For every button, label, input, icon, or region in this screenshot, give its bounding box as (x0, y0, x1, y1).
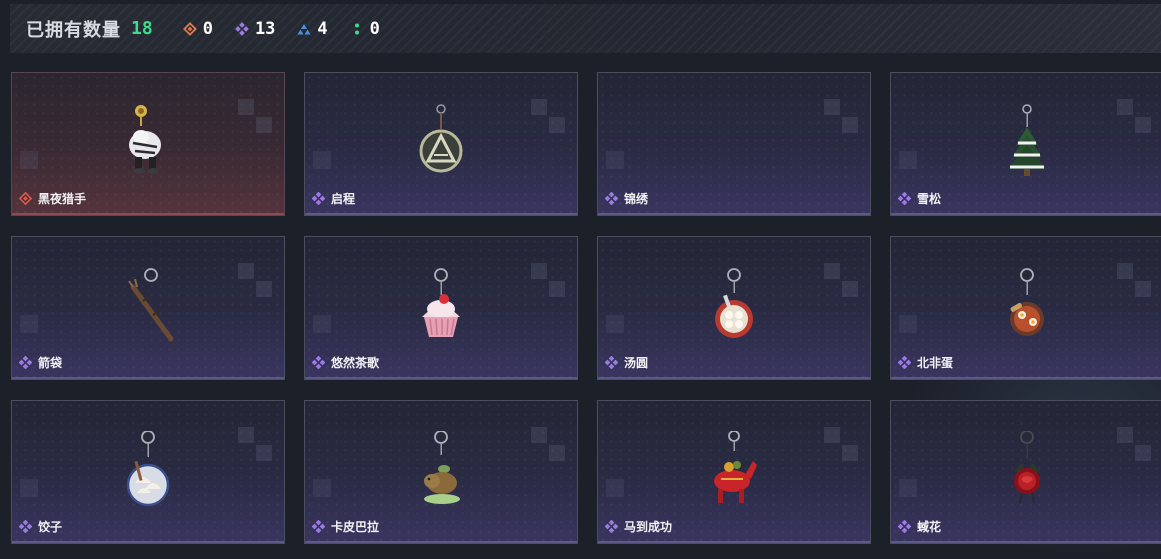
snowy-pine-tree-charm-icon (1008, 104, 1046, 176)
charm-name: 汤圆 (624, 356, 649, 370)
blue-triangle-cluster-icon (297, 23, 311, 34)
stat-purple: 13 (235, 19, 275, 39)
stat-green-value: 0 (369, 18, 380, 39)
purple-rarity-icon (312, 520, 325, 533)
charm-card[interactable]: 汤圆 (597, 236, 871, 380)
charm-name: 启程 (331, 192, 356, 206)
tangyuan-bowl-charm-icon (715, 268, 753, 338)
purple-rarity-icon (898, 520, 911, 533)
charm-card[interactable]: 箭袋 (11, 236, 285, 380)
red-rarity-icon (19, 192, 32, 205)
green-dots-icon (354, 23, 359, 34)
stat-purple-value: 13 (254, 18, 276, 39)
charm-name: 锦绣 (624, 192, 649, 206)
charm-card[interactable]: 马到成功 (597, 400, 871, 544)
charm-name: 悠然茶歌 (331, 356, 380, 370)
charm-card[interactable]: 黑夜猎手 (11, 72, 285, 216)
purple-rarity-icon (19, 356, 32, 369)
purple-rarity-icon (605, 356, 618, 369)
charm-card[interactable]: 锦绣 (597, 72, 871, 216)
purple-rarity-icon (19, 520, 32, 533)
stat-orange-value: 0 (202, 18, 213, 39)
stat-green: 0 (350, 19, 380, 39)
capybara-charm-icon (424, 431, 460, 504)
charm-name: 饺子 (38, 520, 63, 534)
charm-name: 马到成功 (624, 520, 673, 534)
charm-card[interactable]: 悠然茶歌 (304, 236, 578, 380)
white-tiger-charm-icon (129, 105, 161, 174)
purple-rarity-icon (605, 192, 618, 205)
charm-card[interactable]: 饺子 (11, 400, 285, 544)
charm-card[interactable]: 雪松 (890, 72, 1161, 216)
charm-grid: 黑夜猎手 启程 锦绣 雪松 箭袋 悠然茶歌 汤圆 北非蛋 饺子 卡皮巴拉 马到成… (11, 72, 1161, 544)
orange-diamond-icon (182, 21, 197, 36)
purple-rarity-icon (605, 520, 618, 533)
triangle-medallion-charm-icon (419, 104, 463, 173)
charm-card[interactable]: 启程 (304, 72, 578, 216)
charm-card[interactable]: 北非蛋 (890, 236, 1161, 380)
stat-blue: 4 (297, 18, 328, 39)
owned-count-label: 已拥有数量 (26, 19, 121, 41)
charm-card[interactable]: 蜮花 (890, 400, 1161, 544)
charm-name: 黑夜猎手 (38, 192, 87, 206)
purple-rarity-icon (898, 192, 911, 205)
dumpling-plate-charm-icon (126, 431, 170, 507)
shakshuka-pan-charm-icon (1010, 268, 1044, 336)
quiver-charm-icon (128, 268, 174, 342)
stat-orange: 0 (182, 18, 213, 39)
purple-rarity-icon (312, 192, 325, 205)
charm-name: 雪松 (917, 192, 942, 206)
charm-card[interactable]: 卡皮巴拉 (304, 400, 578, 544)
charm-name: 北非蛋 (917, 356, 954, 370)
charm-name: 蜮花 (917, 520, 942, 534)
charm-name: 箭袋 (38, 356, 63, 370)
purple-rarity-icon (898, 356, 911, 369)
strawberry-cupcake-charm-icon (422, 268, 460, 337)
red-horse-charm-icon (714, 431, 757, 503)
red-rose-charm-icon (1014, 431, 1040, 504)
stat-blue-value: 4 (317, 18, 328, 39)
purple-diamond-cluster-icon (235, 21, 249, 36)
owned-count-value: 18 (131, 18, 153, 39)
charm-name: 卡皮巴拉 (331, 520, 380, 534)
collection-header: 已拥有数量 18 0 13 4 0 (10, 4, 1161, 53)
purple-rarity-icon (312, 356, 325, 369)
